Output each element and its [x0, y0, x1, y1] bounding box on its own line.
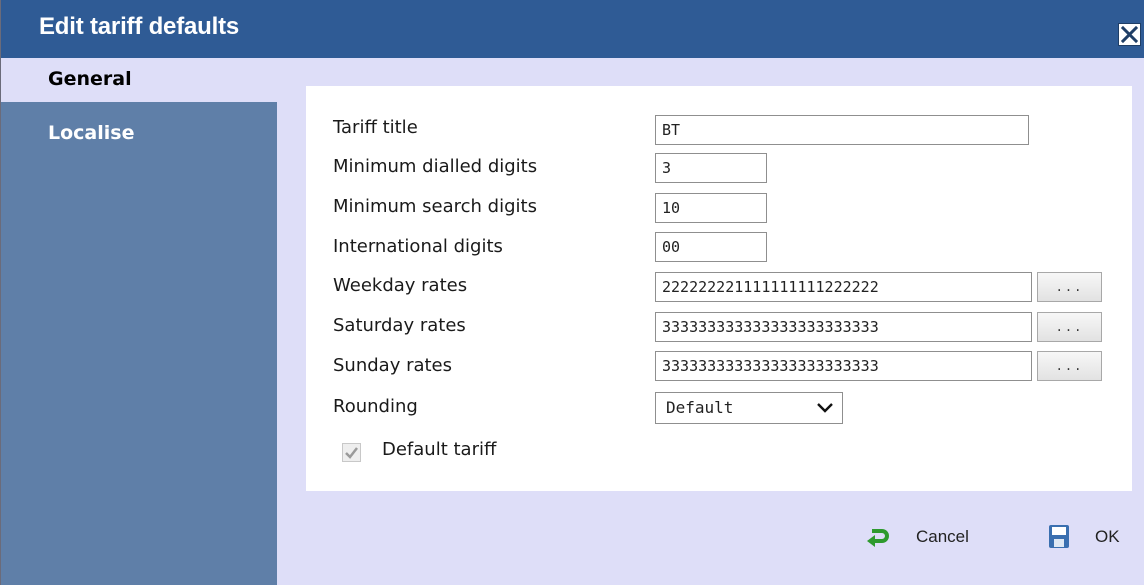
tab-localise-label: Localise — [48, 122, 135, 144]
weekday-rates-label: Weekday rates — [333, 275, 468, 296]
international-digits-label: International digits — [333, 236, 503, 257]
default-tariff-label: Default tariff — [382, 439, 497, 460]
sunday-rates-input[interactable]: 333333333333333333333333 — [655, 351, 1032, 381]
sunday-rates-label: Sunday rates — [333, 355, 453, 376]
edit-tariff-dialog: Edit tariff defaults General Localise Ta… — [0, 0, 1144, 585]
rounding-select[interactable]: Default — [655, 392, 843, 424]
saturday-rates-input[interactable]: 333333333333333333333333 — [655, 312, 1032, 342]
cancel-label: Cancel — [916, 527, 969, 546]
tariff-title-label: Tariff title — [333, 117, 418, 138]
weekday-rates-edit-button[interactable]: ... — [1037, 272, 1102, 302]
chevron-down-icon — [817, 403, 833, 413]
ok-label: OK — [1095, 527, 1120, 546]
min-search-digits-input[interactable]: 10 — [655, 193, 767, 223]
international-digits-input[interactable]: 00 — [655, 232, 767, 262]
close-icon — [1120, 25, 1139, 44]
cancel-button[interactable]: Cancel — [866, 522, 986, 552]
saturday-rates-edit-button[interactable]: ... — [1037, 312, 1102, 342]
close-button[interactable] — [1118, 23, 1141, 46]
default-tariff-checkbox[interactable] — [342, 443, 361, 462]
weekday-rates-input[interactable]: 222222221111111111222222 — [655, 272, 1032, 302]
save-disk-icon — [1049, 525, 1069, 548]
tab-general-label: General — [48, 68, 132, 90]
tab-localise[interactable]: Localise — [1, 116, 277, 156]
checkmark-icon — [345, 447, 358, 459]
undo-arrow-icon — [867, 529, 889, 547]
sunday-rates-edit-button[interactable]: ... — [1037, 351, 1102, 381]
min-dialled-digits-label: Minimum dialled digits — [333, 156, 538, 177]
rounding-label: Rounding — [333, 396, 418, 417]
dialog-titlebar[interactable]: Edit tariff defaults — [1, 0, 1144, 58]
min-search-digits-label: Minimum search digits — [333, 196, 537, 217]
rounding-selected-value: Default — [666, 398, 734, 417]
sidebar: General Localise — [1, 58, 277, 585]
dialog-title: Edit tariff defaults — [39, 13, 240, 40]
tariff-title-input[interactable]: BT — [655, 115, 1029, 145]
tab-general[interactable]: General — [1, 58, 277, 102]
ok-button[interactable]: OK — [1047, 522, 1129, 552]
saturday-rates-label: Saturday rates — [333, 315, 466, 336]
min-dialled-digits-input[interactable]: 3 — [655, 153, 767, 183]
